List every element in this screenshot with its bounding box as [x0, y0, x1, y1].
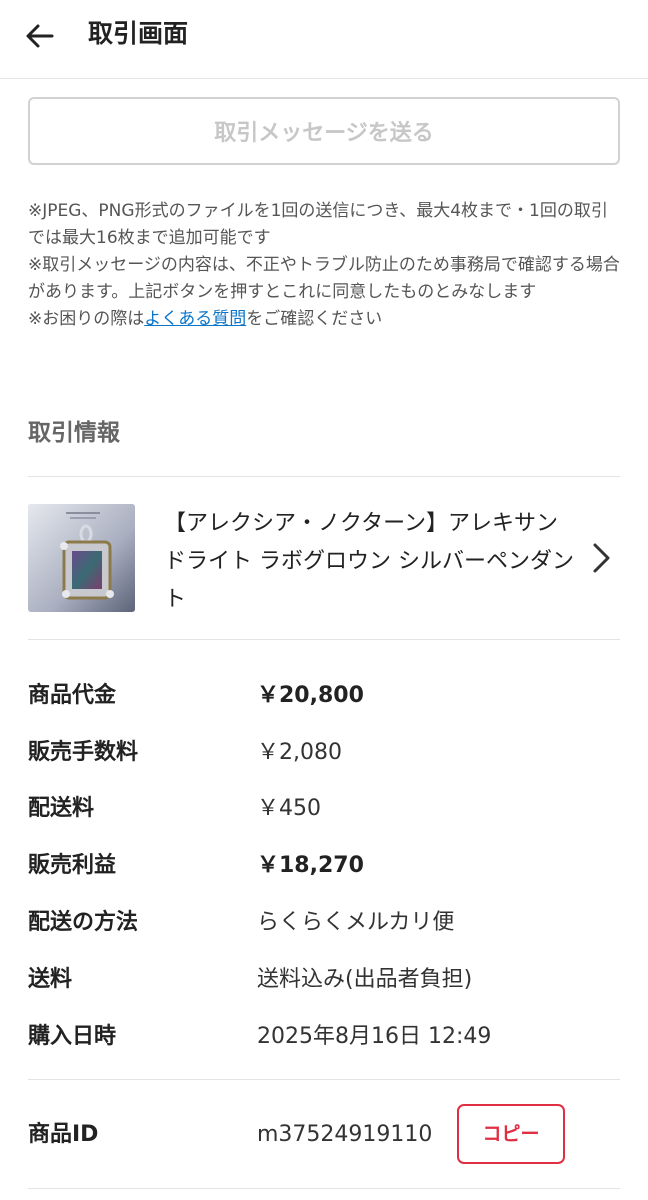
divider	[28, 1079, 620, 1080]
trade-info-title: 取引情報	[28, 420, 120, 446]
detail-label: 販売手数料	[28, 740, 139, 765]
detail-label: 送料	[28, 967, 73, 992]
detail-row-profit: 販売利益 ￥18,270	[28, 846, 620, 886]
note-help-prefix: ※お困りの際は	[28, 309, 145, 329]
back-arrow-icon[interactable]	[22, 18, 58, 54]
detail-row-postage: 送料 送料込み(出品者負担)	[28, 960, 620, 1000]
detail-value: ￥18,270	[257, 853, 364, 878]
product-thumbnail	[28, 504, 135, 612]
product-name: 【アレクシア・ノクターン】アレキサンドライト ラボグロウン シルバーペンダント	[164, 511, 574, 612]
detail-row-price: 商品代金 ￥20,800	[28, 676, 620, 716]
app-header: 取引画面	[0, 0, 648, 79]
detail-row-purchase-date: 購入日時 2025年8月16日 12:49	[28, 1017, 620, 1057]
detail-label: 販売利益	[28, 853, 117, 878]
product-id-row: 商品ID m37524919110 コピー	[28, 1104, 620, 1164]
detail-value: らくらくメルカリ便	[257, 910, 455, 935]
divider	[28, 639, 620, 640]
detail-row-fee: 販売手数料 ￥2,080	[28, 733, 620, 773]
chevron-right-icon	[593, 543, 610, 573]
copy-button[interactable]: コピー	[457, 1104, 565, 1164]
detail-value: 送料込み(出品者負担)	[257, 967, 473, 992]
note-file-limit: ※JPEG、PNG形式のファイルを1回の送信につき、最大4枚まで・1回の取引では…	[28, 201, 608, 248]
product-id-value: m37524919110	[257, 1122, 433, 1147]
detail-label: 配送の方法	[28, 910, 139, 935]
note-message-review: ※取引メッセージの内容は、不正やトラブル防止のため事務局で確認する場合があります…	[28, 255, 620, 302]
detail-row-shipping-method: 配送の方法 らくらくメルカリ便	[28, 903, 620, 943]
notes-block: ※JPEG、PNG形式のファイルを1回の送信につき、最大4枚まで・1回の取引では…	[28, 198, 624, 333]
send-trade-message-button[interactable]: 取引メッセージを送る	[28, 97, 620, 165]
detail-label: 配送料	[28, 796, 95, 821]
divider	[28, 1188, 620, 1189]
detail-label: 購入日時	[28, 1024, 117, 1049]
detail-value: ￥450	[257, 796, 321, 821]
product-id-label: 商品ID	[28, 1122, 99, 1147]
product-link-row[interactable]: 【アレクシア・ノクターン】アレキサンドライト ラボグロウン シルバーペンダント	[28, 477, 620, 639]
faq-link[interactable]: よくある質問	[144, 309, 246, 329]
detail-value: ￥2,080	[257, 740, 342, 765]
detail-value: 2025年8月16日 12:49	[257, 1024, 492, 1049]
detail-label: 商品代金	[28, 683, 117, 708]
note-help: ※お困りの際はよくある質問をご確認ください	[28, 306, 624, 333]
detail-value: ￥20,800	[257, 683, 364, 708]
page-title: 取引画面	[88, 19, 189, 48]
note-help-suffix: をご確認ください	[246, 309, 383, 329]
detail-row-shipping-fee: 配送料 ￥450	[28, 789, 620, 829]
